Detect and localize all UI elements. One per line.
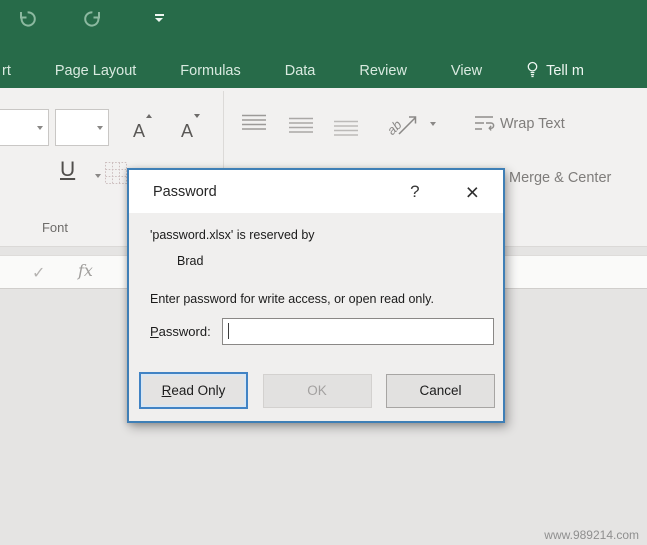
underline-button[interactable]: U (60, 158, 75, 182)
grow-font-icon: A (132, 121, 145, 141)
redo-icon[interactable] (82, 8, 104, 28)
tab-view[interactable]: View (451, 63, 482, 79)
caret-up-icon (146, 114, 152, 118)
dialog-titlebar[interactable]: Password ? × (129, 170, 503, 213)
text-cursor (228, 323, 229, 339)
wrap-text-icon (475, 116, 495, 131)
tab-data[interactable]: Data (285, 63, 316, 79)
borders-grid-icon (105, 162, 127, 184)
ok-button-label: OK (307, 383, 327, 398)
read-only-button-label: Read Only (161, 383, 226, 398)
font-name-combobox[interactable] (0, 109, 49, 146)
tab-tell-me-label: Tell m (546, 63, 584, 79)
password-prompt-text: Enter password for write access, or open… (150, 292, 434, 306)
read-only-button[interactable]: Read Only (139, 372, 248, 409)
quick-access-toolbar (16, 8, 170, 28)
tab-insert[interactable]: rt (2, 63, 11, 79)
insert-function-fx-icon[interactable]: fx (78, 261, 93, 280)
middle-align-icon[interactable] (288, 117, 314, 139)
borders-button[interactable] (104, 161, 128, 190)
password-input[interactable] (222, 318, 494, 345)
close-icon[interactable]: × (466, 180, 479, 203)
dialog-button-row: Read Only OK Cancel (129, 372, 503, 409)
tab-formulas[interactable]: Formulas (180, 63, 240, 79)
increase-font-size-button[interactable]: A (122, 112, 156, 144)
wrap-text-button[interactable]: Wrap Text (474, 115, 565, 132)
excel-title-header: rt Page Layout Formulas Data Review View… (0, 0, 647, 88)
cancel-button-label: Cancel (419, 383, 462, 398)
top-align-icon[interactable] (241, 114, 267, 136)
caret-down-icon (194, 114, 200, 118)
cancel-button[interactable]: Cancel (386, 373, 495, 408)
ok-button: OK (262, 373, 372, 408)
watermark-text: www.989214.com (544, 528, 639, 542)
font-group-label: Font (41, 220, 68, 235)
shrink-font-icon: A (180, 121, 193, 141)
undo-icon[interactable] (16, 8, 38, 28)
merge-and-center-button[interactable]: Merge & Center (509, 170, 611, 186)
tab-tell-me[interactable]: Tell m (526, 61, 584, 82)
enter-checkmark-icon[interactable]: ✓ (32, 263, 45, 283)
wrap-text-label: Wrap Text (500, 115, 565, 132)
chevron-down-icon[interactable] (95, 174, 101, 178)
password-field-label: Password: (150, 324, 211, 339)
help-icon[interactable]: ? (410, 182, 419, 202)
diagonal-arrow-icon (398, 116, 417, 135)
password-field-row: Password: (150, 318, 494, 345)
password-input-wrap (222, 318, 494, 345)
chevron-down-icon[interactable] (430, 122, 436, 126)
decrease-font-size-button[interactable]: A (170, 112, 204, 144)
tab-page-layout[interactable]: Page Layout (55, 63, 136, 79)
owner-name-text: Brad (177, 254, 204, 268)
ribbon-tab-bar: rt Page Layout Formulas Data Review View… (2, 54, 628, 88)
bottom-align-icon[interactable] (333, 120, 359, 142)
dialog-title: Password (153, 183, 217, 200)
customize-toolbar-dropdown-icon[interactable] (148, 8, 170, 28)
chevron-down-icon (37, 126, 43, 130)
lightbulb-icon (526, 61, 539, 82)
reserved-by-text: 'password.xlsx' is reserved by (150, 228, 315, 242)
password-dialog: Password ? × 'password.xlsx' is reserved… (127, 168, 505, 423)
dialog-body: 'password.xlsx' is reserved by Brad Ente… (129, 213, 503, 345)
chevron-down-icon (97, 126, 103, 130)
orientation-button[interactable]: ab (384, 110, 425, 144)
tab-review[interactable]: Review (359, 63, 407, 79)
font-size-combobox[interactable] (55, 109, 109, 146)
